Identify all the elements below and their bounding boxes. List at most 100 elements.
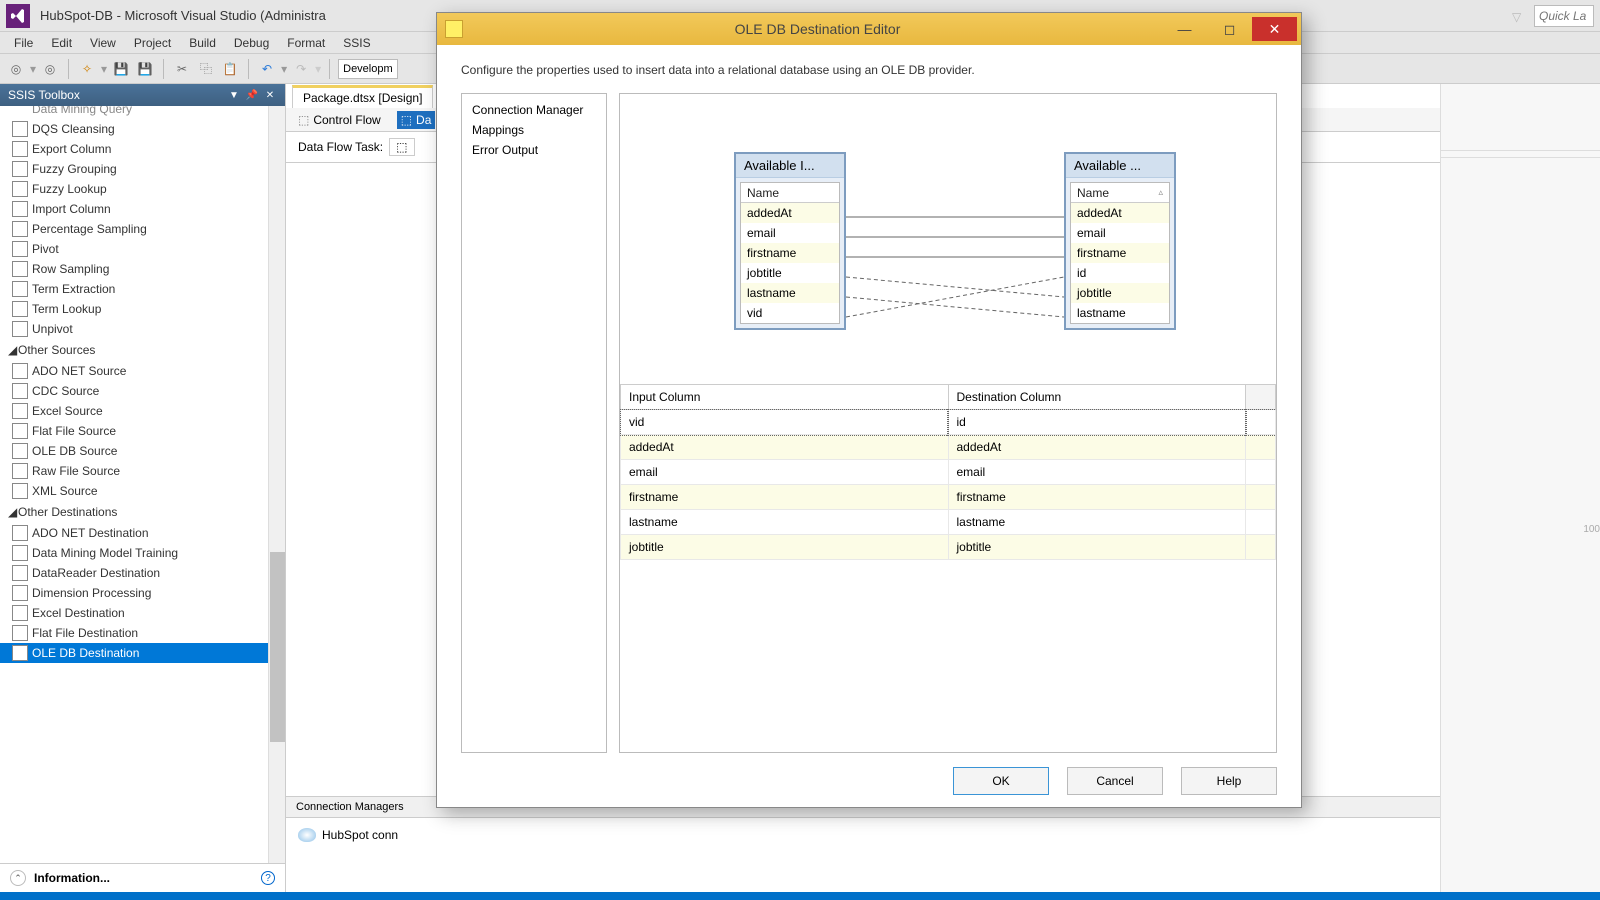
mapping-grid[interactable]: Input Column Destination Column vididadd…: [620, 384, 1276, 560]
config-combo[interactable]: Developm: [338, 59, 398, 79]
menu-project[interactable]: Project: [126, 34, 179, 52]
grid-cell-input[interactable]: addedAt: [621, 435, 949, 460]
available-destination-box[interactable]: Available ... Name▵ addedAtemailfirstnam…: [1064, 152, 1176, 330]
grid-cell-destination[interactable]: lastname: [948, 510, 1246, 535]
copy-icon[interactable]: ⿻: [196, 59, 216, 79]
new-project-icon[interactable]: ✧: [77, 59, 97, 79]
grid-cell-destination[interactable]: firstname: [948, 485, 1246, 510]
input-col-vid[interactable]: vid: [741, 303, 839, 323]
toolbox-scroll-thumb[interactable]: [270, 552, 285, 742]
menu-ssis[interactable]: SSIS: [335, 34, 378, 52]
output-col-jobtitle[interactable]: jobtitle: [1071, 283, 1169, 303]
toolbox-menu-icon[interactable]: ▼: [227, 88, 241, 102]
toolbox-item-pivot[interactable]: Pivot: [0, 239, 285, 259]
grid-row[interactable]: addedAtaddedAt: [621, 435, 1276, 460]
paste-icon[interactable]: 📋: [220, 59, 240, 79]
grid-cell-destination[interactable]: addedAt: [948, 435, 1246, 460]
undo-icon[interactable]: ↶: [257, 59, 277, 79]
save-icon[interactable]: 💾: [111, 59, 131, 79]
menu-file[interactable]: File: [6, 34, 41, 52]
toolbox-item-ado-net-source[interactable]: ADO NET Source: [0, 361, 285, 381]
output-col-addedat[interactable]: addedAt: [1071, 203, 1169, 223]
info-expand-icon[interactable]: ⌃: [10, 870, 26, 886]
toolbox-item-export-column[interactable]: Export Column: [0, 139, 285, 159]
connection-name[interactable]: HubSpot conn: [322, 828, 398, 842]
output-col-firstname[interactable]: firstname: [1071, 243, 1169, 263]
toolbox-item-flat-file-destination[interactable]: Flat File Destination: [0, 623, 285, 643]
grid-cell-input[interactable]: firstname: [621, 485, 949, 510]
grid-header-destination[interactable]: Destination Column: [948, 385, 1246, 410]
toolbox-item-ole-db-destination[interactable]: OLE DB Destination: [0, 643, 285, 663]
grid-cell-destination[interactable]: email: [948, 460, 1246, 485]
subtab-control-flow[interactable]: ⬚Control Flow: [294, 111, 385, 129]
toolbox-group-destinations[interactable]: ◢Other Destinations: [0, 501, 285, 523]
subtab-data-flow[interactable]: ⬚Da: [397, 111, 436, 129]
toolbox-scrollbar[interactable]: [268, 106, 285, 863]
save-all-icon[interactable]: 💾: [135, 59, 155, 79]
menu-build[interactable]: Build: [181, 34, 224, 52]
grid-cell-input[interactable]: email: [621, 460, 949, 485]
quick-launch-input[interactable]: [1534, 5, 1594, 27]
input-col-firstname[interactable]: firstname: [741, 243, 839, 263]
toolbox-item-flat-file-source[interactable]: Flat File Source: [0, 421, 285, 441]
output-col-id[interactable]: id: [1071, 263, 1169, 283]
available-input-box[interactable]: Available I... Name addedAtemailfirstnam…: [734, 152, 846, 330]
toolbox-item-row-sampling[interactable]: Row Sampling: [0, 259, 285, 279]
input-col-addedat[interactable]: addedAt: [741, 203, 839, 223]
toolbox-group-sources[interactable]: ◢Other Sources: [0, 339, 285, 361]
help-button[interactable]: Help: [1181, 767, 1277, 795]
grid-row[interactable]: vidid: [621, 410, 1276, 435]
toolbox-item-term-extraction[interactable]: Term Extraction: [0, 279, 285, 299]
toolbox-item-cdc-source[interactable]: CDC Source: [0, 381, 285, 401]
menu-debug[interactable]: Debug: [226, 34, 277, 52]
toolbox-item-ole-db-source[interactable]: OLE DB Source: [0, 441, 285, 461]
grid-cell-input[interactable]: vid: [621, 410, 949, 435]
toolbox-item-data-mining-model-training[interactable]: Data Mining Model Training: [0, 543, 285, 563]
toolbox-item-excel-source[interactable]: Excel Source: [0, 401, 285, 421]
input-col-email[interactable]: email: [741, 223, 839, 243]
ok-button[interactable]: OK: [953, 767, 1049, 795]
grid-row[interactable]: lastnamelastname: [621, 510, 1276, 535]
redo-icon[interactable]: ↷: [291, 59, 311, 79]
toolbox-item-fuzzy-lookup[interactable]: Fuzzy Lookup: [0, 179, 285, 199]
grid-row[interactable]: emailemail: [621, 460, 1276, 485]
toolbox-item-percentage-sampling[interactable]: Percentage Sampling: [0, 219, 285, 239]
grid-header-input[interactable]: Input Column: [621, 385, 949, 410]
dft-selector-icon[interactable]: ⬚: [389, 138, 414, 156]
toolbox-item-dqs-cleansing[interactable]: DQS Cleansing: [0, 119, 285, 139]
menu-format[interactable]: Format: [279, 34, 333, 52]
tab-package[interactable]: Package.dtsx [Design]: [292, 85, 433, 108]
dialog-close-icon[interactable]: ✕: [1252, 17, 1297, 41]
nav-connection-manager[interactable]: Connection Manager: [466, 100, 602, 120]
toolbox-item-ado-net-destination[interactable]: ADO NET Destination: [0, 523, 285, 543]
nav-error-output[interactable]: Error Output: [466, 140, 602, 160]
toolbox-item-excel-destination[interactable]: Excel Destination: [0, 603, 285, 623]
menu-view[interactable]: View: [82, 34, 124, 52]
grid-row[interactable]: firstnamefirstname: [621, 485, 1276, 510]
nav-back-icon[interactable]: ◎: [6, 59, 26, 79]
toolbox-close-icon[interactable]: ✕: [263, 88, 277, 102]
menu-edit[interactable]: Edit: [43, 34, 80, 52]
toolbox-item-cut[interactable]: Data Mining Query: [0, 106, 285, 119]
dialog-titlebar[interactable]: OLE DB Destination Editor — ◻ ✕: [437, 13, 1301, 45]
toolbox-item-unpivot[interactable]: Unpivot: [0, 319, 285, 339]
dialog-maximize-icon[interactable]: ◻: [1207, 17, 1252, 41]
cut-icon[interactable]: ✂: [172, 59, 192, 79]
toolbox-pin-icon[interactable]: 📌: [245, 88, 259, 102]
output-header-name[interactable]: Name▵: [1071, 183, 1169, 203]
input-col-jobtitle[interactable]: jobtitle: [741, 263, 839, 283]
toolbox-item-import-column[interactable]: Import Column: [0, 199, 285, 219]
filter-icon[interactable]: ▽: [1512, 10, 1528, 22]
toolbox-item-datareader-destination[interactable]: DataReader Destination: [0, 563, 285, 583]
mapping-canvas[interactable]: Available I... Name addedAtemailfirstnam…: [620, 94, 1276, 384]
nav-mappings[interactable]: Mappings: [466, 120, 602, 140]
info-help-icon[interactable]: ?: [261, 871, 275, 885]
output-col-email[interactable]: email: [1071, 223, 1169, 243]
toolbox-item-raw-file-source[interactable]: Raw File Source: [0, 461, 285, 481]
nav-fwd-icon[interactable]: ◎: [40, 59, 60, 79]
output-col-lastname[interactable]: lastname: [1071, 303, 1169, 323]
input-header-name[interactable]: Name: [741, 183, 839, 203]
toolbox-item-xml-source[interactable]: XML Source: [0, 481, 285, 501]
cancel-button[interactable]: Cancel: [1067, 767, 1163, 795]
toolbox-item-dimension-processing[interactable]: Dimension Processing: [0, 583, 285, 603]
